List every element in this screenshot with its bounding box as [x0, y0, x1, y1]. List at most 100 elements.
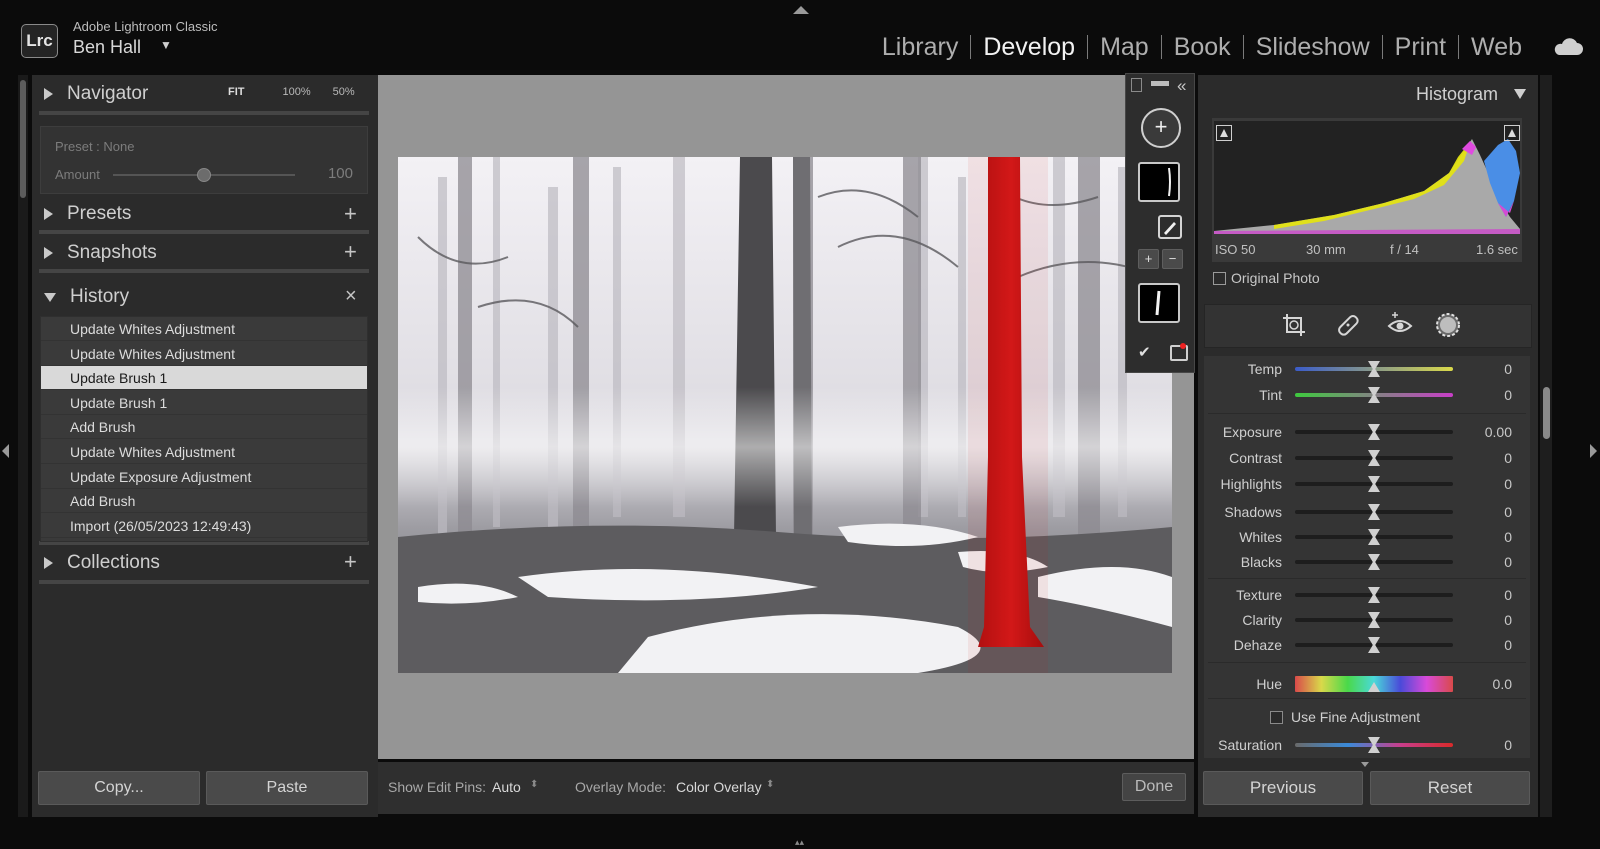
- collections-header[interactable]: Collections: [44, 550, 160, 576]
- slider-value-tint[interactable]: 0: [1460, 387, 1512, 403]
- module-web[interactable]: Web: [1471, 33, 1522, 62]
- slider-thumb-exposure[interactable]: [1368, 430, 1380, 440]
- panel-minimize-icon[interactable]: [1151, 81, 1169, 86]
- navigator-header[interactable]: Navigator: [44, 81, 148, 107]
- module-book[interactable]: Book: [1174, 33, 1231, 62]
- fine-adjustment-checkbox[interactable]: [1270, 711, 1283, 724]
- mask-component-thumbnail[interactable]: [1138, 283, 1180, 323]
- crop-tool-icon[interactable]: [1280, 311, 1308, 339]
- shadow-clipping-icon[interactable]: [1216, 125, 1232, 141]
- history-step[interactable]: Update Whites Adjustment: [41, 317, 367, 341]
- done-button[interactable]: Done: [1122, 773, 1186, 801]
- histogram-collapse-icon[interactable]: [1514, 89, 1526, 99]
- history-step[interactable]: Import (26/05/2023 12:49:43): [41, 514, 367, 538]
- slider-value-exposure[interactable]: 0.00: [1460, 424, 1512, 440]
- zoom-fit[interactable]: FIT: [228, 86, 245, 98]
- slider-thumb-shadows[interactable]: [1368, 510, 1380, 520]
- panel-dock-icon[interactable]: [1131, 78, 1142, 92]
- slider-thumb-hue[interactable]: [1368, 682, 1380, 692]
- slider-value-saturation[interactable]: 0: [1460, 737, 1512, 753]
- history-step[interactable]: Update Whites Adjustment: [41, 342, 367, 366]
- clear-history-icon[interactable]: ×: [345, 286, 357, 306]
- healing-tool-icon[interactable]: [1334, 311, 1362, 339]
- slider-thumb-texture[interactable]: [1368, 593, 1380, 603]
- slider-thumb-temp[interactable]: [1368, 367, 1380, 377]
- previous-button[interactable]: Previous: [1203, 771, 1363, 805]
- left-panel-scroll-thumb[interactable]: [20, 80, 26, 198]
- edit-pins-select[interactable]: Auto: [492, 779, 521, 795]
- amount-slider-thumb[interactable]: [197, 168, 211, 182]
- slider-value-highlights[interactable]: 0: [1460, 476, 1512, 492]
- red-eye-tool-icon[interactable]: [1386, 311, 1414, 339]
- history-step[interactable]: Add Brush: [41, 415, 367, 440]
- show-overlay-checkbox-icon[interactable]: ✔: [1138, 343, 1151, 361]
- slider-value-hue[interactable]: 0.0: [1460, 676, 1512, 692]
- original-photo-checkbox[interactable]: [1213, 272, 1226, 285]
- mask-1-thumbnail[interactable]: [1138, 162, 1180, 202]
- history-step[interactable]: Update Brush 1: [41, 391, 367, 415]
- preset-label[interactable]: Preset : None: [55, 139, 135, 154]
- paste-button[interactable]: Paste: [206, 771, 368, 805]
- collapse-top-panel-arrow-icon[interactable]: [793, 6, 809, 14]
- collapse-right-panel-arrow-icon[interactable]: [1590, 444, 1597, 458]
- histogram-title[interactable]: Histogram: [1416, 84, 1498, 105]
- create-new-mask-button[interactable]: +: [1141, 108, 1181, 148]
- user-dropdown-caret-icon[interactable]: ▼: [160, 38, 172, 52]
- add-snapshot-icon[interactable]: +: [344, 241, 357, 263]
- slider-thumb-blacks[interactable]: [1368, 560, 1380, 570]
- overlay-mode-arrow-icon[interactable]: ⬍: [766, 779, 774, 790]
- cloud-sync-icon[interactable]: [1553, 38, 1583, 56]
- slider-thumb-saturation[interactable]: [1368, 743, 1380, 753]
- history-header[interactable]: History: [44, 284, 129, 310]
- right-panel-scroll-thumb[interactable]: [1543, 387, 1550, 439]
- reset-button[interactable]: Reset: [1370, 771, 1530, 805]
- slider-thumb-contrast[interactable]: [1368, 456, 1380, 466]
- panel-collapse-icon[interactable]: «: [1177, 76, 1186, 96]
- slider-thumb-clarity[interactable]: [1368, 618, 1380, 628]
- history-step[interactable]: Update Whites Adjustment: [41, 440, 367, 464]
- photo-preview[interactable]: [398, 157, 1172, 673]
- edit-pins-select-arrow-icon[interactable]: ⬍: [530, 779, 538, 790]
- snapshots-header[interactable]: Snapshots: [44, 240, 157, 266]
- module-develop[interactable]: Develop: [983, 33, 1075, 62]
- add-to-mask-button[interactable]: +: [1138, 249, 1159, 269]
- presets-header[interactable]: Presets: [44, 201, 131, 227]
- history-step[interactable]: Update Exposure Adjustment: [41, 465, 367, 489]
- collapse-left-panel-arrow-icon[interactable]: [2, 444, 9, 458]
- module-print[interactable]: Print: [1395, 33, 1446, 62]
- slider-thumb-highlights[interactable]: [1368, 482, 1380, 492]
- histogram-graph[interactable]: [1214, 121, 1520, 234]
- slider-value-clarity[interactable]: 0: [1460, 612, 1512, 628]
- slider-thumb-tint[interactable]: [1368, 393, 1380, 403]
- subtract-from-mask-button[interactable]: −: [1162, 249, 1183, 269]
- overlay-color-swatch-icon[interactable]: [1180, 343, 1186, 349]
- slider-thumb-whites[interactable]: [1368, 535, 1380, 545]
- slider-thumb-dehaze[interactable]: [1368, 643, 1380, 653]
- overlay-mode-select[interactable]: Color Overlay: [676, 779, 762, 795]
- add-preset-icon[interactable]: +: [344, 203, 357, 225]
- zoom-50[interactable]: 50%: [333, 86, 355, 98]
- module-map[interactable]: Map: [1100, 33, 1149, 62]
- slider-value-texture[interactable]: 0: [1460, 587, 1512, 603]
- slider-value-contrast[interactable]: 0: [1460, 450, 1512, 466]
- slider-value-blacks[interactable]: 0: [1460, 554, 1512, 570]
- masking-tool-icon[interactable]: [1434, 311, 1462, 339]
- filmstrip-grip-icon[interactable]: ▴▴: [795, 838, 809, 847]
- right-panel-scrollbar[interactable]: [1540, 75, 1552, 817]
- copy-button[interactable]: Copy...: [38, 771, 200, 805]
- module-library[interactable]: Library: [882, 33, 958, 62]
- slider-value-temp[interactable]: 0: [1460, 361, 1512, 377]
- amount-value[interactable]: 100: [311, 165, 353, 182]
- slider-value-whites[interactable]: 0: [1460, 529, 1512, 545]
- module-slideshow[interactable]: Slideshow: [1256, 33, 1370, 62]
- brush-tool-icon[interactable]: [1158, 215, 1182, 239]
- history-step[interactable]: Add Brush: [41, 489, 367, 514]
- zoom-100[interactable]: 100%: [283, 86, 311, 98]
- slider-value-dehaze[interactable]: 0: [1460, 637, 1512, 653]
- history-step[interactable]: Update Brush 1: [41, 366, 367, 391]
- highlight-clipping-icon[interactable]: [1504, 125, 1520, 141]
- brush-preset-box: Preset : None Amount 100: [40, 126, 368, 194]
- slider-value-shadows[interactable]: 0: [1460, 504, 1512, 520]
- add-collection-icon[interactable]: +: [344, 551, 357, 573]
- identity-plate-user[interactable]: Ben Hall: [73, 37, 141, 58]
